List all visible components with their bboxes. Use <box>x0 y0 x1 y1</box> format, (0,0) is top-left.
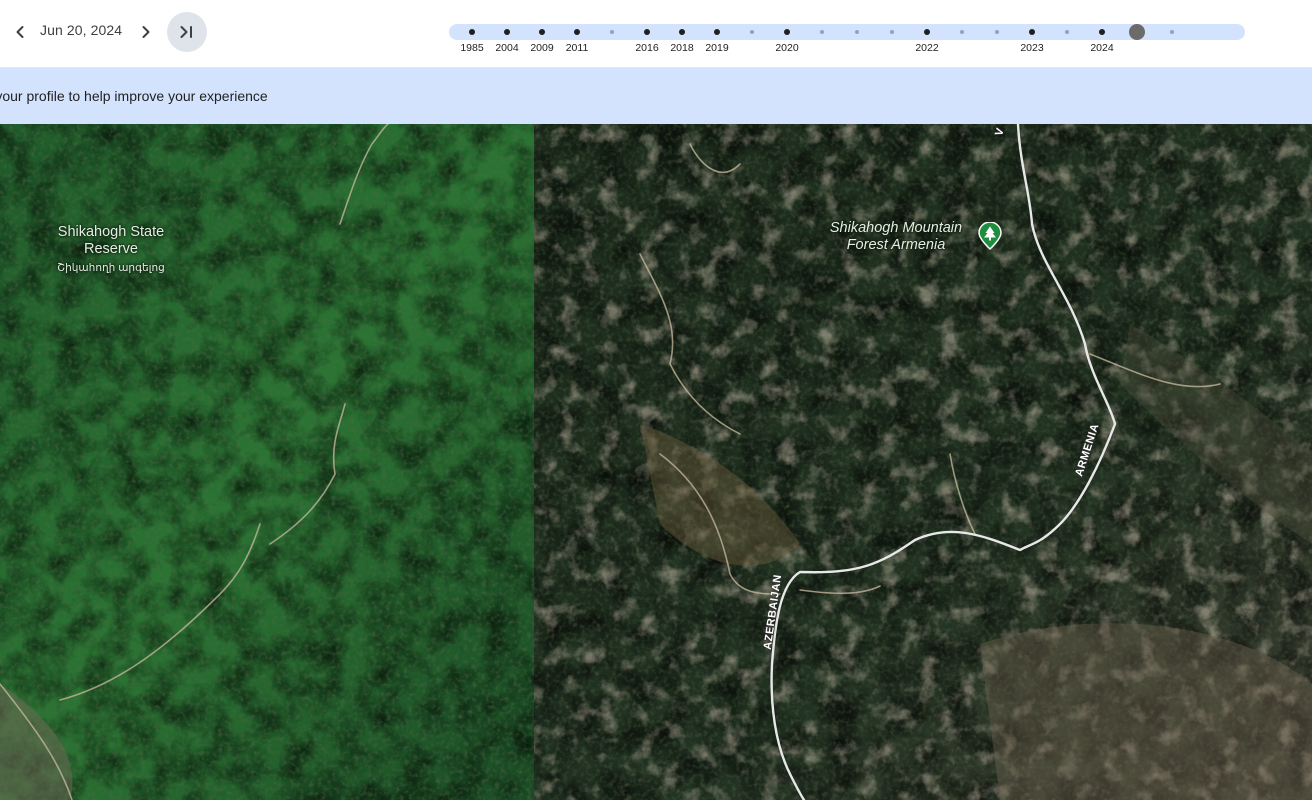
timeline-tick[interactable] <box>714 29 720 35</box>
jump-to-latest-button[interactable] <box>167 12 207 52</box>
chevron-right-icon <box>142 26 150 38</box>
reserve-name: Shikahogh State Reserve <box>57 224 165 258</box>
timeline-tick[interactable] <box>574 29 580 35</box>
tree-marker-icon[interactable] <box>977 222 1003 250</box>
timeline-tick[interactable] <box>504 29 510 35</box>
timeline-tick[interactable] <box>469 29 475 35</box>
reserve-name-local: Շիկահողի արգելոց <box>57 261 165 274</box>
timeline-tick[interactable] <box>750 30 754 34</box>
satellite-map[interactable]: Shikahogh State Reserve Շիկահողի արգելոց… <box>0 124 1312 800</box>
timeline-year-label: 2009 <box>530 42 554 54</box>
timeline-tick[interactable] <box>890 30 894 34</box>
timeline-year-label: 2022 <box>915 42 939 54</box>
timeline-tick[interactable] <box>644 29 650 35</box>
previous-date-button[interactable] <box>0 12 40 52</box>
timeline-year-label: 2019 <box>705 42 729 54</box>
timeline-tick[interactable] <box>679 29 685 35</box>
chevron-left-icon <box>16 26 24 38</box>
timeline-toolbar: Jun 20, 2024 1985 2004 2009 2011 2016 2018 201… <box>0 0 1312 68</box>
timeline-tick[interactable] <box>1170 30 1174 34</box>
current-date[interactable]: Jun 20, 2024 <box>40 22 122 38</box>
timeline-tick[interactable] <box>1099 29 1105 35</box>
poi-label[interactable]: Shikahogh Mountain Forest Armenia <box>818 220 974 255</box>
timeline-year-label: 2011 <box>565 42 589 54</box>
timeline-year-label: 2020 <box>775 42 799 54</box>
next-date-button[interactable] <box>126 12 166 52</box>
timeline-tick[interactable] <box>855 30 859 34</box>
timeline-selected-marker[interactable] <box>1129 24 1145 40</box>
timeline-tick[interactable] <box>1065 30 1069 34</box>
timeline-tick[interactable] <box>995 30 999 34</box>
timeline-tick[interactable] <box>924 29 930 35</box>
timeline-tick[interactable] <box>1029 29 1035 35</box>
reserve-label[interactable]: Shikahogh State Reserve Շիկահողի արգելոց <box>56 224 166 274</box>
timeline-tick[interactable] <box>960 30 964 34</box>
timeline-year-label: 2024 <box>1090 42 1114 54</box>
imagery-date-timeline[interactable] <box>449 24 1245 40</box>
profile-prompt-banner[interactable]: ete your profile to help improve your ex… <box>0 68 1312 124</box>
timeline-tick[interactable] <box>610 30 614 34</box>
timeline-year-label: 2016 <box>635 42 659 54</box>
timeline-year-label: 2023 <box>1020 42 1044 54</box>
timeline-tick[interactable] <box>539 29 545 35</box>
timeline-year-label: 1985 <box>460 42 484 54</box>
timeline-tick[interactable] <box>820 30 824 34</box>
satellite-imagery <box>0 124 1312 800</box>
banner-message: ete your profile to help improve your ex… <box>0 88 268 104</box>
timeline-year-label: 2004 <box>495 42 519 54</box>
skip-to-latest-icon <box>180 26 192 38</box>
timeline-year-label: 2018 <box>670 42 694 54</box>
timeline-tick[interactable] <box>784 29 790 35</box>
